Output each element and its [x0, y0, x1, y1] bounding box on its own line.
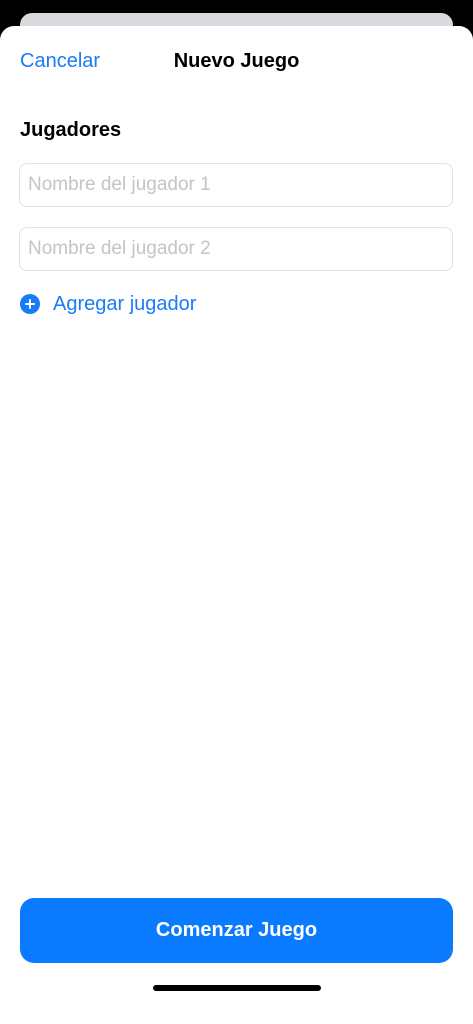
page-title: Nuevo Juego: [173, 50, 300, 72]
players-section-header: Jugadores: [20, 119, 122, 141]
new-game-sheet: Cancelar Nuevo Juego Jugadores Agregar j…: [0, 26, 473, 1024]
nav-bar: Cancelar Nuevo Juego: [0, 26, 473, 98]
player-1-name-input[interactable]: [19, 163, 453, 207]
home-indicator: [153, 985, 321, 991]
plus-circle-icon: [20, 294, 40, 314]
player-2-name-input[interactable]: [19, 227, 453, 271]
start-game-button[interactable]: Comenzar Juego: [20, 898, 453, 963]
add-player-button[interactable]: Agregar jugador: [20, 291, 196, 317]
add-player-label: Agregar jugador: [53, 292, 197, 315]
screen: Cancelar Nuevo Juego Jugadores Agregar j…: [0, 0, 473, 1024]
